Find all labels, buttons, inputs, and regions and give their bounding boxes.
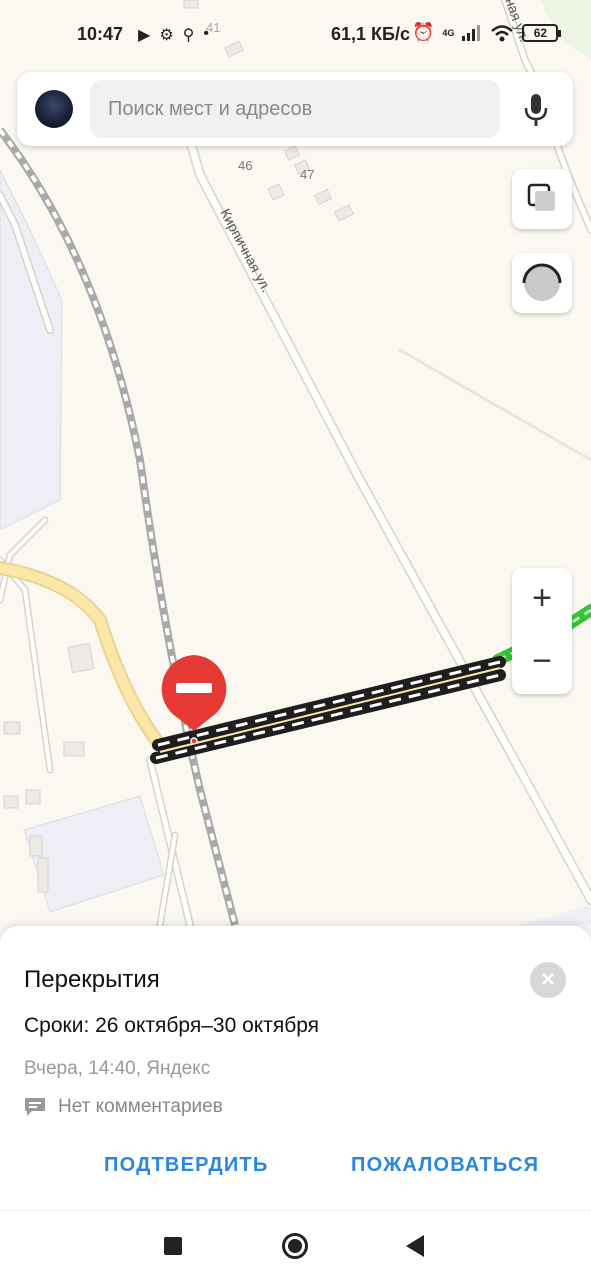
compass-icon (522, 263, 562, 301)
signal-icon (462, 24, 481, 41)
pin-point (190, 737, 198, 743)
layers-icon (527, 183, 555, 211)
notification-icons: ▶ ⚙ ⚲ • (138, 25, 209, 45)
confirm-button[interactable]: ПОДТВЕРДИТЬ (104, 1154, 268, 1177)
report-button[interactable]: ПОЖАЛОВАТЬСЯ (351, 1154, 539, 1177)
microphone-icon[interactable] (523, 92, 549, 128)
sheet-actions: ПОДТВЕРДИТЬ ПОЖАЛОВАТЬСЯ (0, 1154, 591, 1184)
gear-icon: ⚙ (159, 27, 174, 44)
house-number-label: 47 (300, 167, 314, 182)
dot-icon: • (203, 25, 209, 42)
search-field[interactable] (90, 80, 500, 138)
play-icon: ▶ (138, 27, 151, 44)
back-button[interactable] (406, 1235, 424, 1257)
building-block (23, 795, 165, 913)
avatar[interactable] (35, 90, 73, 128)
zoom-in-button[interactable]: + (512, 568, 572, 631)
recents-button[interactable] (164, 1237, 182, 1255)
building-block (520, 905, 591, 925)
network-type: 4G (442, 27, 455, 38)
building-block (0, 169, 63, 531)
closure-dates: Сроки: 26 октября–30 октября (24, 1014, 320, 1037)
house-number-label: 46 (238, 158, 252, 173)
alarm-icon: ⏰ (412, 22, 435, 42)
comments-label: Нет комментариев (58, 1096, 223, 1117)
net-speed: 61,1 КБ/с (331, 24, 410, 44)
road-closure-pin[interactable] (158, 653, 230, 743)
search-input[interactable] (90, 80, 500, 138)
status-bar: 10:47 ▶ ⚙ ⚲ • 61,1 КБ/с ⏰ 4G 62 (0, 0, 591, 64)
street-label: Кирпичная ул. (217, 206, 274, 295)
location-icon: ⚲ (182, 27, 195, 44)
system-icons: ⏰ 4G 62 (412, 22, 562, 43)
closure-meta: Вчера, 14:40, Яндекс (24, 1058, 211, 1079)
closure-info-sheet: Перекрытия × Сроки: 26 октября–30 октябр… (0, 926, 591, 1210)
layers-button[interactable] (512, 169, 572, 229)
comment-icon (25, 1098, 45, 1116)
zoom-out-button[interactable]: − (512, 631, 572, 694)
battery-icon: 62 (522, 23, 562, 42)
home-button[interactable] (282, 1233, 308, 1259)
compass-button[interactable] (512, 253, 572, 313)
zoom-controls: + − (512, 568, 572, 694)
sheet-title: Перекрытия (24, 966, 160, 993)
system-nav-bar (0, 1210, 591, 1280)
clock: 10:47 (77, 24, 124, 44)
search-bar (17, 72, 573, 146)
no-entry-icon (176, 683, 212, 693)
wifi-icon (491, 24, 514, 41)
comments-row[interactable]: Нет комментариев (24, 1096, 223, 1118)
close-button[interactable]: × (530, 962, 566, 998)
